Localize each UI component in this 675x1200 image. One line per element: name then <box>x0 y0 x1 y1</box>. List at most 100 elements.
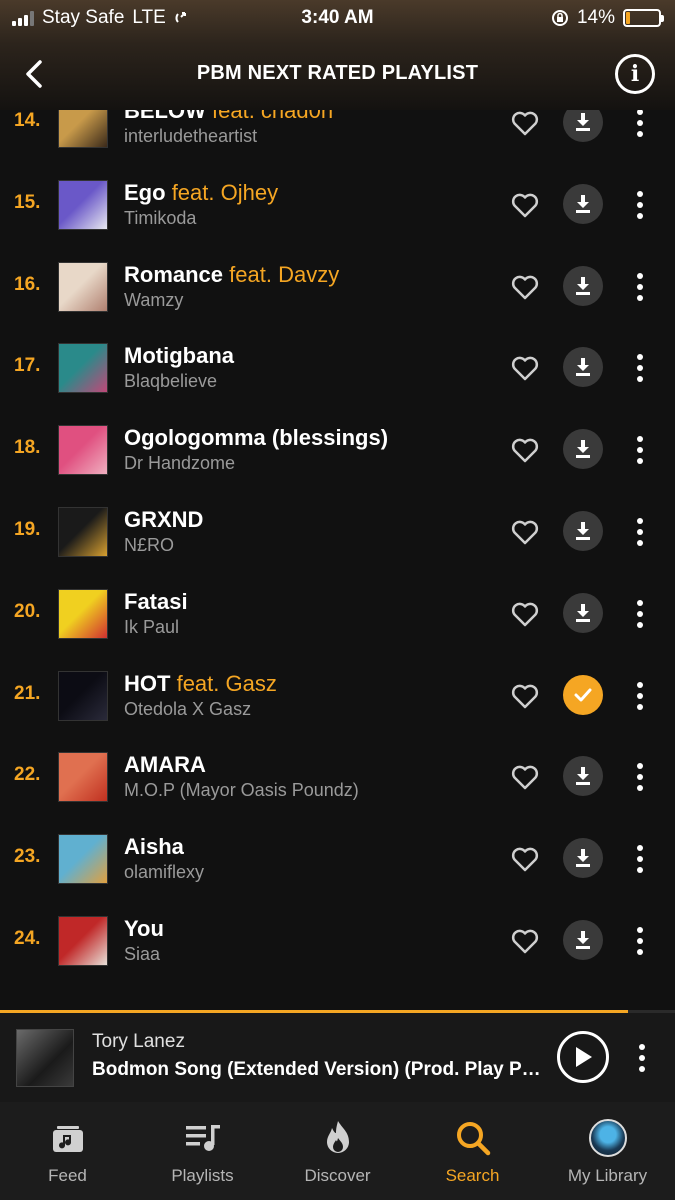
play-button[interactable] <box>557 1031 609 1083</box>
heart-icon <box>511 684 539 708</box>
download-button[interactable] <box>563 429 603 470</box>
track-title: Ego feat. Ojhey <box>124 180 278 206</box>
tab-search[interactable]: Search <box>405 1102 540 1200</box>
track-title-text: Aisha <box>124 834 184 860</box>
track-row[interactable]: 24. You Siaa <box>0 900 675 982</box>
tab-label: Search <box>445 1166 500 1185</box>
library-avatar-icon <box>588 1119 627 1157</box>
nav-bar: PBM NEXT RATED PLAYLIST i <box>0 44 675 104</box>
download-icon <box>576 931 590 949</box>
track-row[interactable]: 15. Ego feat. Ojhey Timikoda <box>0 164 675 246</box>
heart-icon <box>511 193 539 218</box>
track-feat: feat. Davzy <box>229 261 340 287</box>
track-artist: Dr Handzome <box>124 453 236 474</box>
track-artwork <box>58 916 108 966</box>
feed-icon <box>51 1120 85 1156</box>
tab-playlists[interactable]: Playlists <box>135 1102 270 1200</box>
track-title-text: HOT <box>124 670 171 696</box>
page-title: PBM NEXT RATED PLAYLIST <box>196 62 479 84</box>
track-row[interactable]: 21. HOT feat. Gasz Otedola X Gasz <box>0 655 675 737</box>
track-title: Ogologomma (blessings) <box>124 425 388 451</box>
track-row[interactable]: 16. Romance feat. Davzy Wamzy <box>0 246 675 328</box>
player-album-art <box>16 1029 74 1087</box>
track-more-button[interactable] <box>628 515 652 549</box>
track-artist: olamiflexy <box>124 862 205 883</box>
like-button[interactable] <box>510 272 540 302</box>
discover-fire-icon <box>322 1120 354 1156</box>
download-icon <box>576 276 590 295</box>
download-icon <box>576 194 590 213</box>
download-button[interactable] <box>563 838 603 879</box>
track-row[interactable]: 17. Motigbana Blaqbelieve <box>0 327 675 409</box>
track-artist: interludetheartist <box>124 126 258 146</box>
info-button[interactable]: i <box>615 54 655 94</box>
heart-icon <box>511 438 539 463</box>
track-artist: N£RO <box>124 535 175 555</box>
download-button[interactable] <box>563 183 603 224</box>
track-artist: Siaa <box>124 944 161 964</box>
track-row[interactable]: 22. AMARA M.O.P (Mayor Oasis Poundz) <box>0 736 675 818</box>
like-button[interactable] <box>510 353 540 383</box>
like-button[interactable] <box>510 844 540 874</box>
download-button[interactable] <box>563 511 603 551</box>
player-progress-bar <box>0 1010 628 1013</box>
track-row[interactable]: 23. Aisha olamiflexy <box>0 818 675 900</box>
tab-discover[interactable]: Discover <box>270 1102 405 1200</box>
like-button[interactable] <box>510 681 540 711</box>
track-more-button[interactable] <box>628 679 652 713</box>
track-number: 18. <box>14 437 41 459</box>
heart-icon <box>511 602 539 627</box>
track-title: Motigbana <box>124 343 234 369</box>
tab-feed[interactable]: Feed <box>0 1102 135 1200</box>
like-button[interactable] <box>510 926 540 956</box>
track-more-button[interactable] <box>628 270 652 304</box>
track-more-button[interactable] <box>628 351 652 385</box>
track-number: 19. <box>14 519 41 540</box>
track-artwork <box>58 670 108 721</box>
track-more-button[interactable] <box>628 597 652 631</box>
track-number: 22. <box>14 764 41 786</box>
track-artwork <box>58 425 108 476</box>
download-button[interactable] <box>563 920 603 960</box>
download-button[interactable] <box>563 756 603 797</box>
track-row[interactable]: 20. Fatasi Ik Paul <box>0 573 675 655</box>
track-more-button[interactable] <box>628 433 652 467</box>
tab-label: Feed <box>48 1166 87 1185</box>
mini-player[interactable]: Tory Lanez Bodmon Song (Extended Version… <box>0 1010 675 1102</box>
track-list[interactable]: 14. BELOW feat. chad0n interludetheartist 1… <box>0 94 675 1010</box>
track-number: 20. <box>14 600 41 622</box>
like-button[interactable] <box>510 517 540 547</box>
like-button[interactable] <box>510 599 540 629</box>
track-artwork <box>58 507 108 557</box>
like-button[interactable] <box>510 108 540 138</box>
track-artwork <box>58 834 108 885</box>
track-row[interactable]: 19. GRXND N£RO <box>0 491 675 573</box>
download-button[interactable] <box>563 347 603 388</box>
track-more-button[interactable] <box>628 188 652 222</box>
player-more-button[interactable] <box>630 1041 654 1075</box>
track-more-button[interactable] <box>628 106 652 140</box>
like-button[interactable] <box>510 190 540 220</box>
track-more-button[interactable] <box>628 924 652 958</box>
track-more-button[interactable] <box>628 760 652 794</box>
check-icon <box>574 688 592 702</box>
track-number: 14. <box>14 110 41 131</box>
track-artist: Otedola X Gasz <box>124 698 252 719</box>
like-button[interactable] <box>510 435 540 465</box>
track-feat: feat. Gasz <box>176 670 277 696</box>
tab-my-library[interactable]: My Library <box>540 1102 675 1200</box>
download-button[interactable] <box>563 265 603 306</box>
track-more-button[interactable] <box>628 842 652 876</box>
player-song-title: Bodmon Song (Extended Version) (Prod. Pl… <box>92 1059 542 1080</box>
battery-fill <box>626 12 631 24</box>
track-row[interactable]: 18. Ogologomma (blessings) Dr Handzome <box>0 409 675 491</box>
like-button[interactable] <box>510 762 540 792</box>
track-title: AMARA <box>124 752 206 778</box>
track-artwork <box>58 179 108 230</box>
downloaded-button[interactable] <box>563 674 603 715</box>
download-button[interactable] <box>563 592 603 633</box>
heart-icon <box>511 357 539 381</box>
heart-icon <box>511 520 539 545</box>
download-icon <box>576 767 590 786</box>
tab-label: My Library <box>567 1166 648 1185</box>
